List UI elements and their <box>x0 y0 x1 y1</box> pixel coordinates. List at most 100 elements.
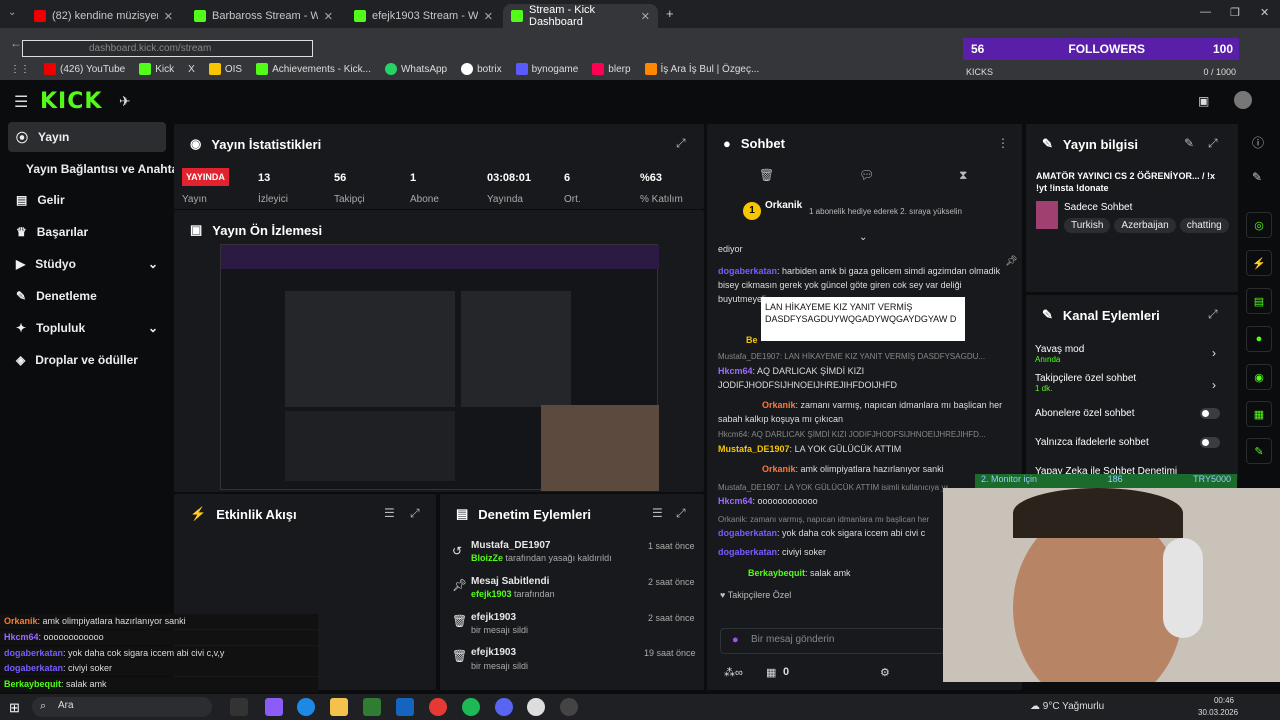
copilot-icon[interactable] <box>265 698 283 716</box>
sidebar-item-stream-key[interactable]: Yayın Bağlantısı ve Anahtarı <box>8 154 186 184</box>
chat-input[interactable]: Bir mesaj gönderin <box>720 628 945 654</box>
chat-username[interactable]: Orkanik <box>762 400 796 410</box>
chat-username[interactable]: dogaberkatan <box>718 266 777 276</box>
tab-efejk[interactable]: efejk1903 Stream - Watch Live ✕ <box>346 4 501 28</box>
sidebar-item-topluluk[interactable]: ✦ Topluluk ⌄ <box>8 313 166 343</box>
infinity-icon[interactable]: ⁂∞ <box>724 666 743 679</box>
chat-username[interactable]: Hkcm64 <box>718 366 753 376</box>
chat-username[interactable]: Mustafa_DE1907 <box>718 444 790 454</box>
category-name[interactable]: Sadece Sohbet <box>1064 202 1132 213</box>
preview-video[interactable] <box>220 244 659 491</box>
chat-username[interactable]: Be <box>746 335 758 345</box>
chat-username[interactable]: dogaberkatan <box>718 528 777 538</box>
tab-search-icon[interactable]: ⌄ <box>8 7 16 18</box>
chat-username[interactable]: Orkanik <box>762 464 796 474</box>
bookmark-x[interactable]: X <box>188 64 195 75</box>
url-field[interactable]: dashboard.kick.com/stream <box>22 40 313 57</box>
filter-icon[interactable]: ☰ <box>652 506 663 520</box>
expand-icon[interactable]: ⤢ <box>410 506 420 521</box>
store-icon[interactable] <box>363 698 381 716</box>
discord-icon[interactable] <box>495 698 513 716</box>
gift-icon[interactable]: ▦ <box>766 666 776 679</box>
rail-button[interactable]: ▦ <box>1246 401 1272 427</box>
screen-icon[interactable]: ▣ <box>1198 94 1209 108</box>
minimize-button[interactable]: — <box>1200 6 1211 18</box>
tab-barbaross[interactable]: Barbaross Stream - Watch Live ✕ <box>186 4 341 28</box>
bookmark-ois[interactable]: OIS <box>208 63 242 75</box>
mail-icon[interactable] <box>396 698 414 716</box>
more-icon[interactable]: ⋮ <box>997 136 1009 150</box>
expand-icon[interactable]: ⤢ <box>1208 136 1218 151</box>
chrome-icon[interactable] <box>429 698 447 716</box>
taskbar-search[interactable]: Ara <box>32 697 212 717</box>
new-tab-button[interactable]: + <box>666 6 674 21</box>
tag-chip[interactable]: Turkish <box>1064 218 1111 233</box>
rail-button[interactable]: ◉ <box>1246 364 1272 390</box>
expand-icon[interactable]: ⤢ <box>1208 307 1218 322</box>
bookmark-blerp[interactable]: blerp <box>592 63 631 75</box>
rail-button[interactable]: ✎ <box>1246 438 1272 464</box>
rail-button[interactable]: ◎ <box>1246 212 1272 238</box>
bookmark-isara[interactable]: İş Ara İş Bul | Özgeç... <box>644 63 759 75</box>
sidebar-item-yayin[interactable]: ⦿ Yayın <box>8 122 166 152</box>
obs-icon[interactable] <box>527 698 545 716</box>
sidebar-item-denetleme[interactable]: ✎ Denetleme <box>8 281 166 311</box>
slow-mode-row[interactable]: Yavaş mod Anında <box>1035 344 1084 364</box>
chat-username[interactable]: Berkaybequit <box>748 568 805 578</box>
followers-only-row[interactable]: Takipçilere özel sohbet 1 dk. <box>1035 373 1136 393</box>
apps-icon[interactable]: ⋮⋮ <box>10 64 30 75</box>
sidebar-item-droplar[interactable]: ◈ Droplar ve ödüller <box>8 345 166 375</box>
bookmark-bynogame[interactable]: bynogame <box>515 63 578 75</box>
emote-only-toggle[interactable] <box>1200 437 1220 448</box>
bookmark-botrix[interactable]: botrix <box>461 63 502 75</box>
tag-chip[interactable]: chatting <box>1179 218 1229 233</box>
avatar[interactable] <box>1234 91 1252 109</box>
close-icon[interactable]: ✕ <box>324 10 333 23</box>
menu-icon[interactable]: ☰ <box>14 92 28 112</box>
rail-button[interactable]: ● <box>1246 326 1272 352</box>
bookmark-kick[interactable]: Kick <box>139 63 174 75</box>
edit-icon[interactable]: ✎ <box>1184 136 1194 150</box>
close-icon[interactable]: ✕ <box>641 10 650 23</box>
chat-bubble-icon[interactable]: 💬︎ <box>859 168 874 182</box>
subs-only-toggle[interactable] <box>1200 408 1220 419</box>
spotify-icon[interactable] <box>462 698 480 716</box>
steam-icon[interactable] <box>560 698 578 716</box>
mic-icon[interactable]: ● <box>732 634 739 646</box>
bookmark-whatsapp[interactable]: WhatsApp <box>384 63 447 75</box>
file-explorer-icon[interactable] <box>330 698 348 716</box>
task-view-icon[interactable] <box>230 698 248 716</box>
tag-chip[interactable]: Azerbaijan <box>1114 218 1176 233</box>
weather-widget[interactable]: ☁ 9°C Yağmurlu <box>1030 701 1104 712</box>
tab-youtube[interactable]: (82) kendine müzisyen AYNEN ✕ <box>26 4 181 28</box>
back-icon[interactable]: ← <box>10 36 22 50</box>
pin-icon[interactable]: ✈ <box>119 93 131 110</box>
kick-logo[interactable]: KICK <box>40 89 102 114</box>
chat-username[interactable]: Hkcm64 <box>718 496 753 506</box>
info-icon[interactable]: ⓘ <box>1252 134 1264 151</box>
close-icon[interactable]: ✕ <box>484 10 493 23</box>
maximize-button[interactable]: ❐ <box>1230 6 1240 19</box>
sidebar-item-studyo[interactable]: ▶ Stüdyo ⌄ <box>8 249 166 279</box>
bookmark-achievements[interactable]: Achievements - Kick... <box>256 63 371 75</box>
rail-button[interactable]: ▤ <box>1246 288 1272 314</box>
tab-dashboard[interactable]: Stream - Kick Dashboard ✕ <box>503 4 658 28</box>
windows-start-icon[interactable]: ⊞ <box>9 700 20 716</box>
hourglass-icon[interactable]: ⧗ <box>959 168 967 183</box>
chevron-right-icon[interactable]: › <box>1212 378 1216 392</box>
bookmark-youtube[interactable]: (426) YouTube <box>44 63 125 75</box>
pencil-icon[interactable]: ✎ <box>1252 170 1262 184</box>
chat-settings-icon[interactable]: ⚙ <box>880 666 890 679</box>
sidebar-item-basarilar[interactable]: ♛ Başarılar <box>8 217 166 247</box>
rail-button[interactable]: ⚡ <box>1246 250 1272 276</box>
filter-icon[interactable]: ☰ <box>384 506 395 520</box>
close-icon[interactable]: ✕ <box>164 10 173 23</box>
trash-icon[interactable]: 🗑︎ <box>759 168 774 182</box>
window-close-button[interactable]: ✕ <box>1260 6 1269 19</box>
sidebar-item-gelir[interactable]: ▤ Gelir <box>8 185 166 215</box>
chevron-down-icon[interactable]: ⌄ <box>859 232 867 243</box>
chat-username[interactable]: dogaberkatan <box>718 547 777 557</box>
edge-icon[interactable] <box>297 698 315 716</box>
expand-icon[interactable]: ⤢ <box>676 506 686 521</box>
expand-icon[interactable]: ⤢ <box>676 136 686 151</box>
